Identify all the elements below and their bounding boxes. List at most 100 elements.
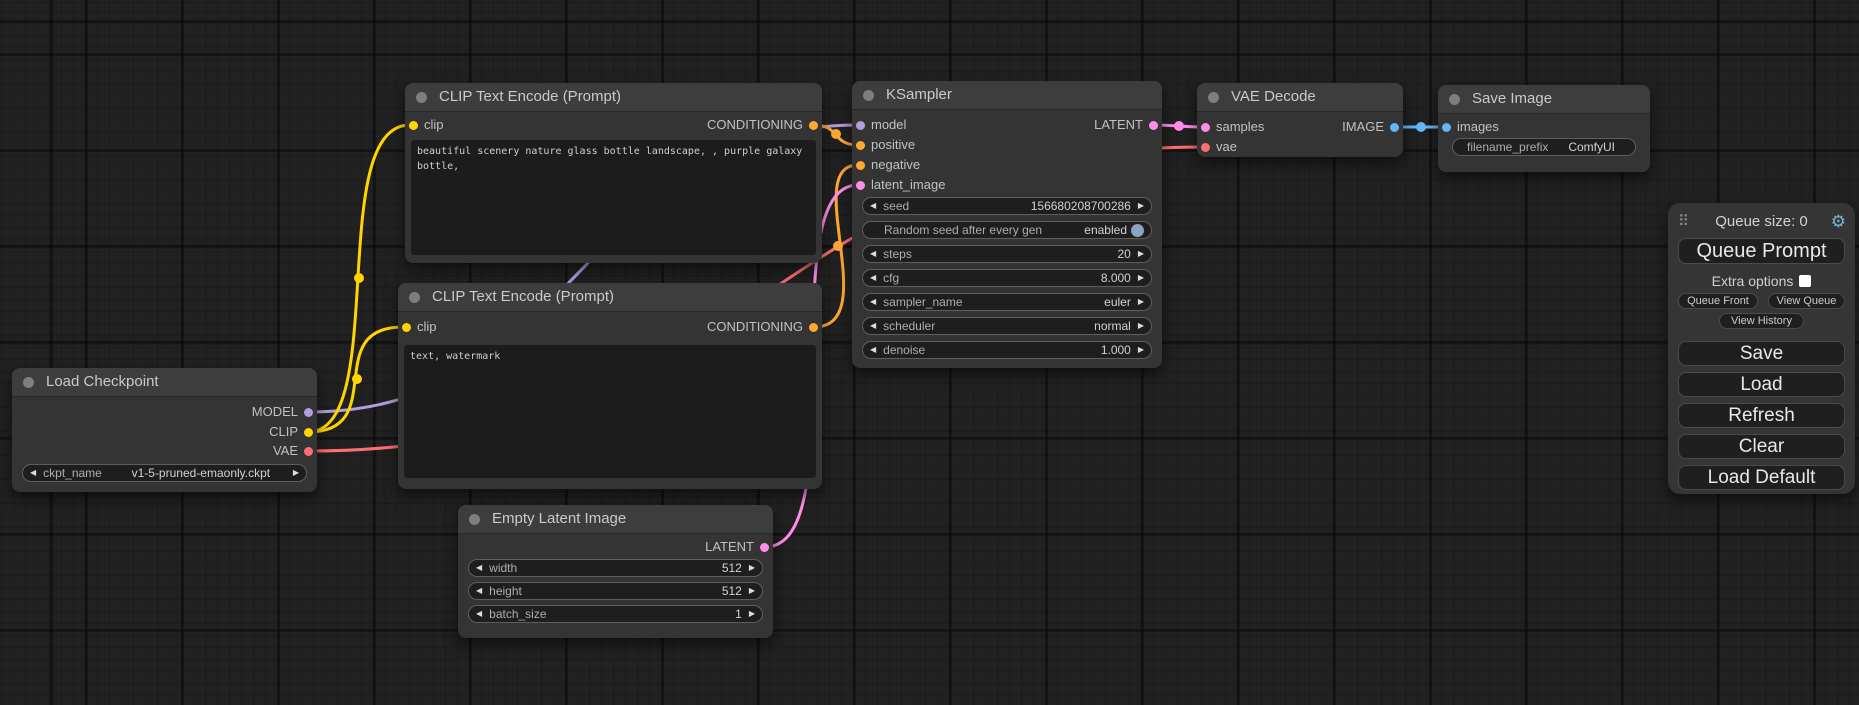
save-button[interactable]: Save — [1678, 341, 1845, 366]
model-output-port[interactable] — [304, 408, 313, 417]
collapse-dot[interactable] — [1449, 94, 1460, 105]
increment-arrow-icon[interactable]: ▶ — [749, 583, 755, 599]
node-save-image[interactable]: Save Image images filename_prefix ComfyU… — [1438, 85, 1650, 172]
conditioning-output-port[interactable] — [809, 121, 818, 130]
queue-panel: ⠿ Queue size: 0 ⚙ Queue Prompt Extra opt… — [1668, 203, 1855, 494]
output-label: IMAGE — [1342, 117, 1384, 137]
collapse-dot[interactable] — [23, 377, 34, 388]
increment-arrow-icon[interactable]: ▶ — [1138, 318, 1144, 334]
increment-arrow-icon[interactable]: ▶ — [1138, 246, 1144, 262]
decrement-arrow-icon[interactable]: ◀ — [476, 560, 482, 576]
decrement-arrow-icon[interactable]: ◀ — [476, 606, 482, 622]
node-titlebar[interactable]: CLIP Text Encode (Prompt) — [398, 283, 822, 312]
images-input-port[interactable] — [1442, 123, 1451, 132]
collapse-dot[interactable] — [1208, 92, 1219, 103]
conditioning-output-port[interactable] — [809, 323, 818, 332]
seed-widget[interactable]: ◀ seed 156680208700286 ▶ — [862, 197, 1152, 215]
load-default-button[interactable]: Load Default — [1678, 465, 1845, 490]
sampler-name-widget[interactable]: ◀ sampler_name euler ▶ — [862, 293, 1152, 311]
prompt-textarea[interactable]: beautiful scenery nature glass bottle la… — [411, 140, 816, 255]
random-seed-toggle[interactable]: Random seed after every gen enabled — [862, 221, 1152, 239]
node-clip-text-encode-negative[interactable]: CLIP Text Encode (Prompt) clip CONDITION… — [398, 283, 822, 489]
input-label: clip — [424, 115, 444, 135]
node-titlebar[interactable]: VAE Decode — [1197, 83, 1403, 112]
widget-value: 20 — [1117, 247, 1130, 261]
view-queue-button[interactable]: View Queue — [1768, 293, 1845, 309]
output-label: CONDITIONING — [707, 317, 803, 337]
increment-arrow-icon[interactable]: ▶ — [1138, 342, 1144, 358]
extra-options-checkbox[interactable] — [1799, 275, 1811, 287]
model-input-port[interactable] — [856, 121, 865, 130]
positive-input-port[interactable] — [856, 141, 865, 150]
negative-input-port[interactable] — [856, 161, 865, 170]
node-titlebar[interactable]: CLIP Text Encode (Prompt) — [405, 83, 822, 112]
latent-output-port[interactable] — [760, 543, 769, 552]
node-empty-latent-image[interactable]: Empty Latent Image LATENT ◀ width 512 ▶ … — [458, 505, 773, 638]
cfg-widget[interactable]: ◀ cfg 8.000 ▶ — [862, 269, 1152, 287]
node-title: KSampler — [886, 81, 952, 109]
decrement-arrow-icon[interactable]: ◀ — [870, 246, 876, 262]
batch-size-widget[interactable]: ◀ batch_size 1 ▶ — [468, 605, 763, 623]
prompt-textarea[interactable]: text, watermark — [404, 345, 816, 478]
increment-arrow-icon[interactable]: ▶ — [1138, 294, 1144, 310]
widget-value: enabled — [1084, 223, 1127, 237]
decrement-arrow-icon[interactable]: ◀ — [870, 342, 876, 358]
steps-widget[interactable]: ◀ steps 20 ▶ — [862, 245, 1152, 263]
node-titlebar[interactable]: KSampler — [852, 81, 1162, 110]
filename-prefix-widget[interactable]: filename_prefix ComfyUI — [1452, 138, 1636, 156]
queue-front-button[interactable]: Queue Front — [1678, 293, 1758, 309]
node-vae-decode[interactable]: VAE Decode samples IMAGE vae — [1197, 83, 1403, 157]
node-clip-text-encode-positive[interactable]: CLIP Text Encode (Prompt) clip CONDITION… — [405, 83, 822, 263]
io-row: vae — [1197, 137, 1403, 157]
width-widget[interactable]: ◀ width 512 ▶ — [468, 559, 763, 577]
load-button[interactable]: Load — [1678, 372, 1845, 397]
decrement-arrow-icon[interactable]: ◀ — [30, 465, 36, 481]
decrement-arrow-icon[interactable]: ◀ — [870, 318, 876, 334]
decrement-arrow-icon[interactable]: ◀ — [870, 294, 876, 310]
extra-options-label: Extra options — [1712, 273, 1794, 289]
output-row: MODEL — [12, 402, 317, 422]
refresh-button[interactable]: Refresh — [1678, 403, 1845, 428]
node-titlebar[interactable]: Save Image — [1438, 85, 1650, 114]
clear-button[interactable]: Clear — [1678, 434, 1845, 459]
vae-output-port[interactable] — [304, 447, 313, 456]
io-row: negative — [852, 155, 1162, 175]
settings-gear-icon[interactable]: ⚙ — [1831, 212, 1846, 232]
increment-arrow-icon[interactable]: ▶ — [1138, 270, 1144, 286]
image-output-port[interactable] — [1390, 123, 1399, 132]
collapse-dot[interactable] — [416, 92, 427, 103]
node-ksampler[interactable]: KSampler model LATENT positive negative … — [852, 81, 1162, 368]
clip-input-port[interactable] — [409, 121, 418, 130]
view-history-button[interactable]: View History — [1719, 313, 1804, 329]
node-titlebar[interactable]: Empty Latent Image — [458, 505, 773, 534]
denoise-widget[interactable]: ◀ denoise 1.000 ▶ — [862, 341, 1152, 359]
clip-input-port[interactable] — [402, 323, 411, 332]
queue-prompt-button[interactable]: Queue Prompt — [1678, 238, 1845, 264]
scheduler-widget[interactable]: ◀ scheduler normal ▶ — [862, 317, 1152, 335]
clip-output-port[interactable] — [304, 428, 313, 437]
toggle-circle-icon[interactable] — [1131, 224, 1144, 237]
decrement-arrow-icon[interactable]: ◀ — [870, 198, 876, 214]
vae-input-port[interactable] — [1201, 143, 1210, 152]
latent-image-input-port[interactable] — [856, 181, 865, 190]
samples-input-port[interactable] — [1201, 123, 1210, 132]
widget-label: sampler_name — [883, 295, 962, 309]
collapse-dot[interactable] — [863, 90, 874, 101]
increment-arrow-icon[interactable]: ▶ — [749, 560, 755, 576]
node-title: Load Checkpoint — [46, 368, 159, 396]
increment-arrow-icon[interactable]: ▶ — [1138, 198, 1144, 214]
latent-output-port[interactable] — [1149, 121, 1158, 130]
height-widget[interactable]: ◀ height 512 ▶ — [468, 582, 763, 600]
decrement-arrow-icon[interactable]: ◀ — [870, 270, 876, 286]
collapse-dot[interactable] — [469, 514, 480, 525]
collapse-dot[interactable] — [409, 292, 420, 303]
widget-value: v1-5-pruned-emaonly.ckpt — [132, 466, 271, 480]
node-graph-canvas[interactable]: Load Checkpoint MODEL CLIP VAE ◀ ckpt_na… — [0, 0, 1859, 705]
input-label: clip — [417, 317, 437, 337]
increment-arrow-icon[interactable]: ▶ — [749, 606, 755, 622]
decrement-arrow-icon[interactable]: ◀ — [476, 583, 482, 599]
node-load-checkpoint[interactable]: Load Checkpoint MODEL CLIP VAE ◀ ckpt_na… — [12, 368, 317, 492]
node-titlebar[interactable]: Load Checkpoint — [12, 368, 317, 397]
increment-arrow-icon[interactable]: ▶ — [293, 465, 299, 481]
ckpt-name-widget[interactable]: ◀ ckpt_name v1-5-pruned-emaonly.ckpt ▶ — [22, 464, 307, 482]
